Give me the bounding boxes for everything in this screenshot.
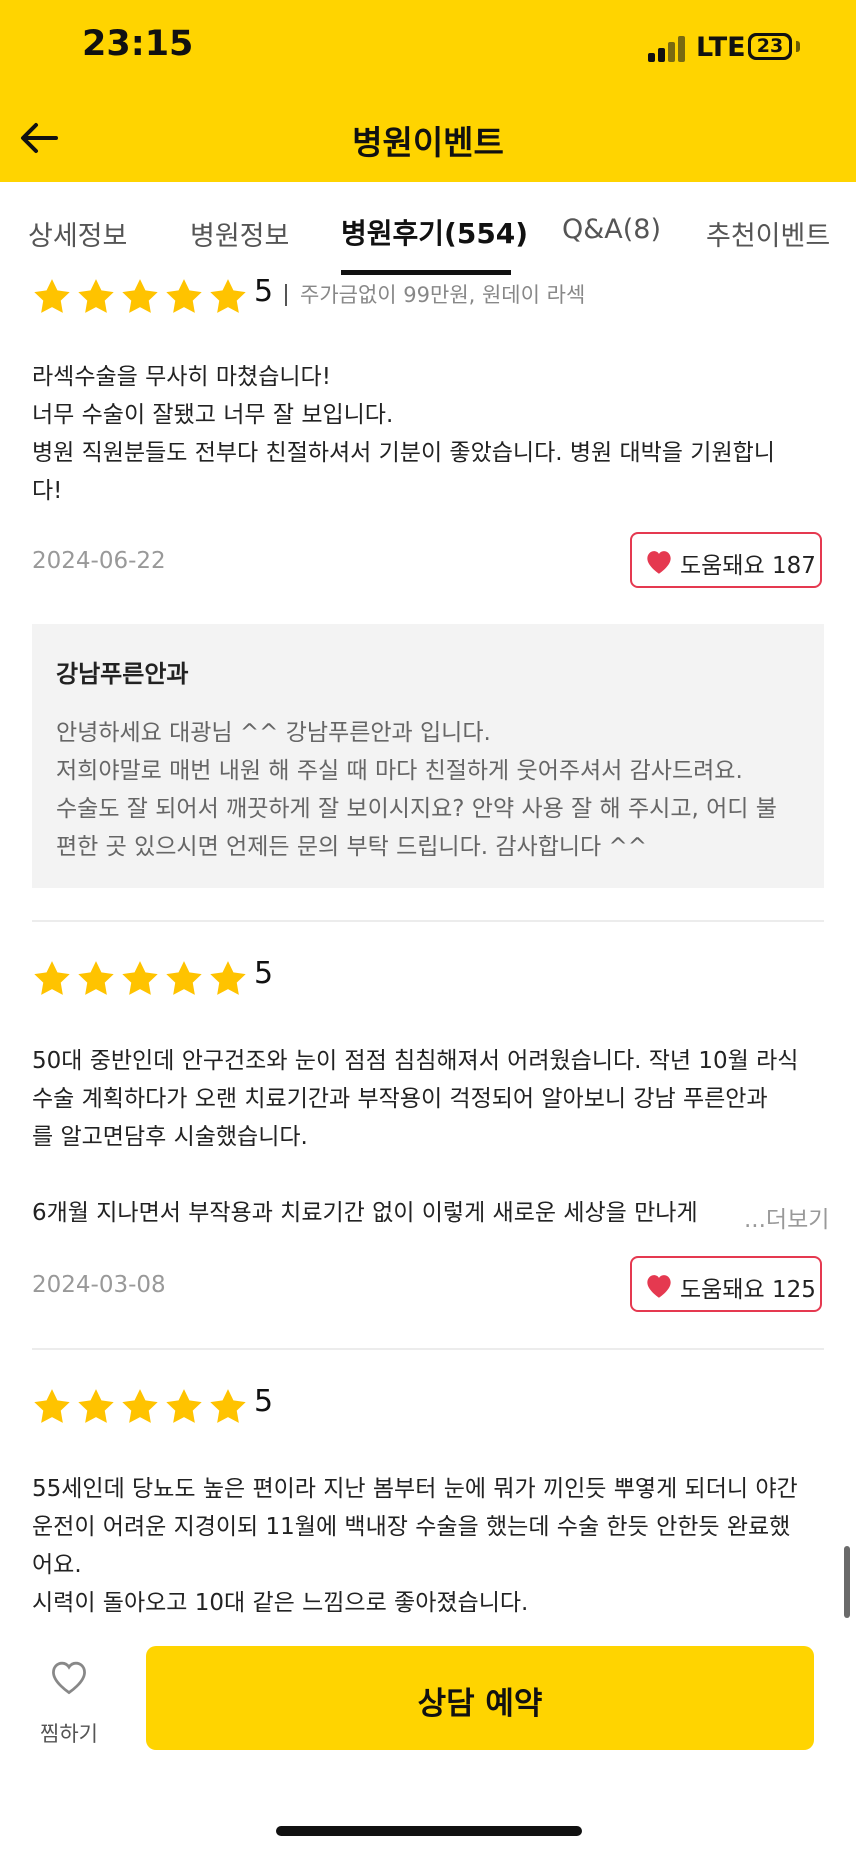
reply-text: 안녕하세요 대광님 ^^ 강남푸른안과 입니다. 저희야말로 매번 내원 해 주… [56,714,806,866]
star-icon [122,1389,158,1423]
review-line: 병원 직원분들도 전부다 친절하셔서 기분이 좋았습니다. 병원 대박을 기원합… [32,440,775,466]
review-line [32,1156,824,1194]
review-date: 2024-06-22 [32,548,166,574]
battery-icon: 23 [748,33,792,60]
separator [285,284,287,306]
active-tab-indicator [341,270,511,275]
tab-qna[interactable]: Q&A(8) [562,214,661,245]
text-fade [700,1194,740,1232]
star-icon [166,1389,202,1423]
review-text: 라섹수술을 무사히 마쳤습니다! 너무 수술이 잘됐고 너무 잘 보입니다. 병… [32,358,824,510]
page-title: 병원이벤트 [352,123,504,162]
review-line: 수술 계획하다가 오랜 치료기간과 부작용이 걱정되어 알아보니 강남 푸른안과 [32,1086,768,1112]
star-icon [78,1389,114,1423]
star-icon [210,279,246,313]
helpful-label: 도움돼요 125 [680,1277,816,1303]
app-header: 23:15 LTE 23 병원이벤트 [0,0,856,182]
review-date: 2024-03-08 [32,1272,166,1298]
helpful-button[interactable]: 도움돼요 125 [630,1256,822,1312]
star-icon [78,279,114,313]
rating-stars [30,958,250,1004]
review-line: 어요. [32,1552,82,1578]
review-line: 너무 수술이 잘됐고 너무 잘 보입니다. [32,402,394,428]
star-icon [166,961,202,995]
review-option: 주가금없이 99만원, 원데이 라섹 [300,283,586,307]
review-line: 라섹수술을 무사히 마쳤습니다! [32,364,331,390]
consult-reservation-button[interactable]: 상담 예약 [146,1646,814,1750]
review-line: 시력이 돌아오고 10대 같은 느낌으로 좋아졌습니다. [32,1590,529,1616]
tab-detail[interactable]: 상세정보 [28,214,127,253]
star-icon [166,279,202,313]
tab-bar: 상세정보 병원정보 병원후기(554) Q&A(8) 추천이벤트 [0,182,856,278]
battery-level: 23 [751,36,789,57]
review-divider [32,1348,824,1350]
battery-nub [796,41,800,52]
tab-reviews[interactable]: 병원후기(554) [341,212,528,252]
reply-author: 강남푸른안과 [56,660,189,688]
review-line: 50대 중반인데 안구건조와 눈이 점점 침침해져서 어려웠습니다. 작년 10… [32,1048,799,1074]
reply-line: 편한 곳 있으시면 언제든 문의 부탁 드립니다. 감사합니다 ^^ [56,834,648,860]
rating-stars [30,1386,250,1432]
bottom-action-bar: 찜하기 상담 예약 [0,1624,856,1852]
heart-outline-icon [52,1661,86,1695]
rating-value: 5 [254,956,274,991]
review-line: 운전이 어려운 지경이되 11월에 백내장 수술을 했는데 수술 한듯 안한듯 … [32,1514,791,1540]
reply-line: 수술도 잘 되어서 깨끗하게 잘 보이시지요? 안약 사용 잘 해 주시고, 어… [56,796,777,822]
review-text: 55세인데 당뇨도 높은 편이라 지난 봄부터 눈에 뭐가 끼인듯 뿌옇게 되더… [32,1470,824,1622]
star-icon [210,1389,246,1423]
review-line: 를 알고면담후 시술했습니다. [32,1124,308,1150]
review-line: 55세인데 당뇨도 높은 편이라 지난 봄부터 눈에 뭐가 끼인듯 뿌옇게 되더… [32,1476,798,1502]
heart-icon [647,1275,671,1298]
star-icon [210,961,246,995]
rating-value: 5 [254,1384,274,1419]
rating-value: 5 [254,274,274,309]
reply-line: 저희야말로 매번 내원 해 주실 때 마다 친절하게 웃어주셔서 감사드려요. [56,758,743,784]
review-line: 다! [32,478,63,504]
status-time: 23:15 [82,24,194,64]
hospital-reply: 강남푸른안과 안녕하세요 대광님 ^^ 강남푸른안과 입니다. 저희야말로 매번… [32,624,824,888]
home-indicator [276,1826,582,1836]
network-label: LTE [696,32,746,63]
review-divider [32,920,824,922]
tab-hospital-info[interactable]: 병원정보 [190,214,289,253]
helpful-label: 도움돼요 187 [680,553,816,579]
scrollbar-thumb[interactable] [844,1546,850,1618]
rating-stars [30,276,250,322]
signal-icon [648,36,688,62]
more-link[interactable]: ...더보기 [740,1200,830,1234]
star-icon [34,961,70,995]
star-icon [34,279,70,313]
star-icon [78,961,114,995]
star-icon [122,961,158,995]
helpful-button[interactable]: 도움돼요 187 [630,532,822,588]
tab-recommended-events[interactable]: 추천이벤트 [706,214,830,253]
reply-line: 안녕하세요 대광님 ^^ 강남푸른안과 입니다. [56,720,491,746]
heart-icon [647,551,671,574]
star-icon [122,279,158,313]
consult-label: 상담 예약 [417,1686,543,1722]
wish-label: 찜하기 [40,1722,98,1746]
star-icon [34,1389,70,1423]
review-line: 6개월 지나면서 부작용과 치료기간 없이 이렇게 새로운 세상을 만나게 [32,1200,698,1226]
